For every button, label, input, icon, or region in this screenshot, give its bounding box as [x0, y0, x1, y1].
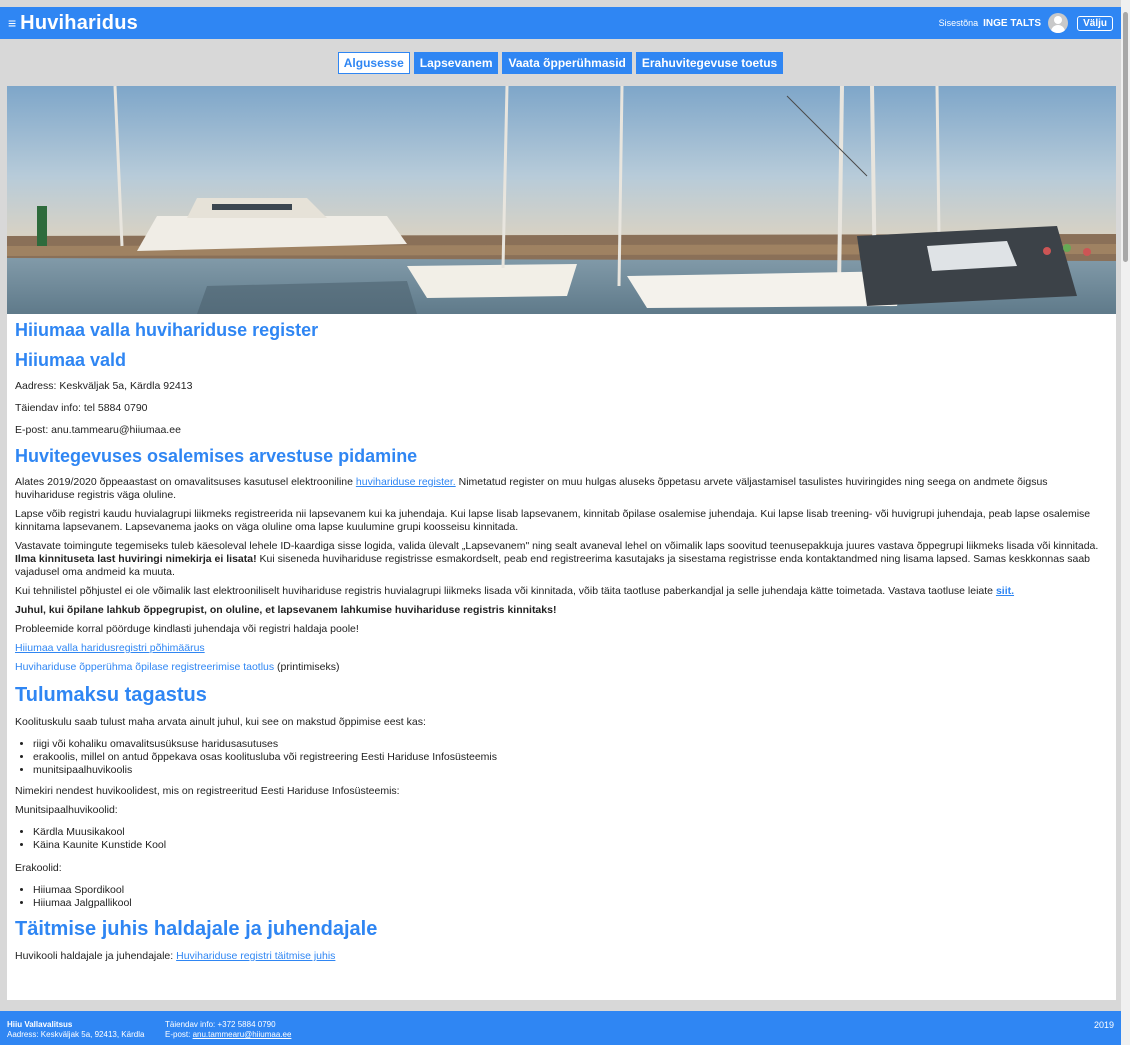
municipality-heading: Hiiumaa vald	[15, 350, 127, 370]
municipal-schools-label: Munitsipaalhuvikoolid:	[15, 804, 118, 816]
contact-notice: Probleemide korral pöörduge kindlasti ju…	[15, 623, 359, 635]
phone-text: Täiendav info: tel 5884 0790	[15, 402, 148, 414]
tab-parent[interactable]: Lapsevanem	[413, 51, 499, 74]
user-avatar-icon[interactable]	[1048, 13, 1069, 33]
list-item: Hiiumaa Jalgpallikool	[33, 897, 1108, 910]
email-text: E-post: anu.tammearu@hiiumaa.ee	[15, 424, 181, 436]
list-item: Kärdla Muusikakool	[33, 826, 1108, 839]
footer-year: 2019	[1093, 1020, 1114, 1030]
list-item: Hiiumaa Spordikool	[33, 884, 1108, 897]
login-paragraph: Vastavate toimingute tegemiseks tuleb kä…	[15, 540, 1099, 578]
application-form-link[interactable]: Huvihariduse õpperühma õpilase registree…	[15, 661, 274, 673]
intro-paragraph: Alates 2019/2020 õppeaastast on omavalit…	[15, 476, 1048, 501]
main-nav: Algusesse Lapsevanem Vaata õpperühmasid …	[0, 39, 1121, 86]
form-here-link[interactable]: siit.	[996, 585, 1014, 597]
logout-button[interactable]: Välju	[1077, 15, 1113, 31]
main-content: Hiiumaa valla huvihariduse register Hiiu…	[7, 86, 1116, 1000]
page-body: Hiiumaa valla huvihariduse register Hiiu…	[7, 314, 1116, 963]
footer-email-link[interactable]: anu.tammearu@hiiumaa.ee	[193, 1030, 292, 1039]
user-area: Sisestõna INGE TALTS Välju	[939, 13, 1113, 33]
tab-private-support[interactable]: Erahuvitegevuse toetus	[635, 51, 784, 74]
address-text: Aadress: Keskväljak 5a, Kärdla 92413	[15, 380, 193, 392]
list-item: riigi või kohaliku omavalitsusüksuse har…	[33, 738, 1108, 751]
list-item: erakoolis, millel on antud õppekava osas…	[33, 751, 1108, 764]
guide-heading: Täitmise juhis haldajale ja juhendajale	[15, 918, 378, 940]
footer-info: Täiendav info: +372 5884 0790	[165, 1020, 276, 1029]
list-item: Käina Kaunite Kunstide Kool	[33, 839, 1108, 852]
hero-harbor-image	[7, 86, 1116, 314]
tax-heading: Tulumaksu tagastus	[15, 684, 207, 706]
tax-list: riigi või kohaliku omavalitsusüksuse har…	[33, 738, 1108, 777]
page-title: Hiiumaa valla huvihariduse register	[15, 320, 319, 340]
regulation-link[interactable]: Hiiumaa valla haridusregistri põhimäärus	[15, 642, 205, 654]
municipal-schools-list: Kärdla Muusikakool Käina Kaunite Kunstid…	[33, 826, 1108, 852]
participation-heading: Huvitegevuses osalemises arvestuse pidam…	[15, 446, 418, 466]
footer-org: Hiiu Vallavalitsus	[7, 1020, 73, 1029]
user-name[interactable]: INGE TALTS	[983, 18, 1041, 29]
schools-list-intro: Nimekiri nendest huvikoolidest, mis on r…	[15, 785, 400, 797]
leaving-notice: Juhul, kui õpilane lahkub õppegrupist, o…	[15, 604, 557, 616]
paper-form-paragraph: Kui tehnilistel põhjustel ei ole võimali…	[15, 585, 1015, 597]
tab-home[interactable]: Algusesse	[337, 51, 410, 74]
register-link[interactable]: huvihariduse register.	[356, 476, 456, 488]
footer-address: Aadress: Keskväljak 5a, 92413, Kärdla	[7, 1030, 145, 1039]
guide-link[interactable]: Huvihariduse registri täitmise juhis	[176, 950, 335, 962]
site-brand[interactable]: Huviharidus	[20, 12, 138, 35]
signed-in-label: Sisestõna	[938, 18, 979, 28]
guide-paragraph: Huvikooli haldajale ja juhendajale: Huvi…	[15, 950, 336, 962]
top-bar: ≡ Huviharidus Sisestõna INGE TALTS Välju	[0, 7, 1121, 39]
scrollbar-thumb[interactable]	[1123, 12, 1128, 262]
hamburger-menu-icon[interactable]: ≡	[8, 15, 16, 31]
tax-intro: Koolituskulu saab tulust maha arvata ain…	[15, 716, 426, 728]
private-schools-label: Erakoolid:	[15, 862, 62, 874]
footer: Hiiu Vallavalitsus Aadress: Keskväljak 5…	[0, 1011, 1121, 1045]
list-item: munitsipaalhuvikoolis	[33, 764, 1108, 777]
page-scrollbar[interactable]	[1121, 0, 1130, 1045]
private-schools-list: Hiiumaa Spordikool Hiiumaa Jalgpallikool	[33, 884, 1108, 910]
tab-study-groups[interactable]: Vaata õpperühmasid	[502, 51, 632, 74]
registration-paragraph: Lapse võib registri kaudu huvialagrupi l…	[15, 508, 1091, 533]
